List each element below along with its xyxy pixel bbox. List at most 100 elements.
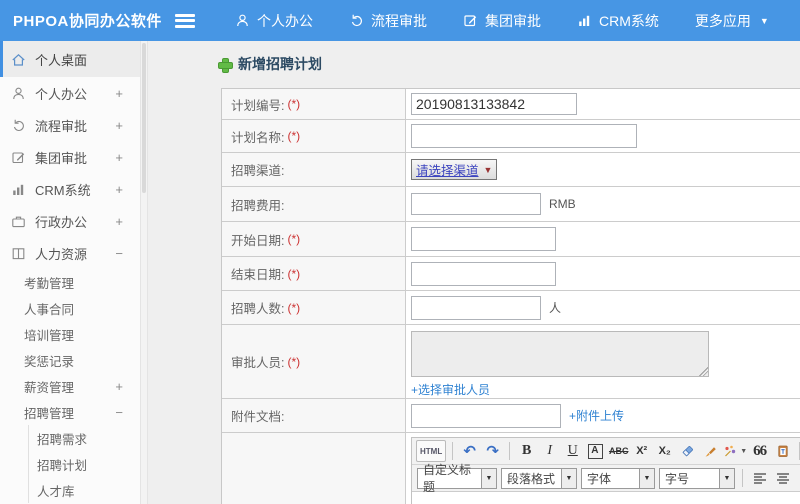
sidebar-item-crm-system[interactable]: CRM系统 + <box>0 173 140 205</box>
eraser-icon <box>682 446 693 457</box>
sidebar-item-talent-pool[interactable]: 人才库 <box>29 477 140 503</box>
underline-button[interactable]: U <box>562 440 583 462</box>
select-caret-icon: ▼ <box>483 164 493 175</box>
undo-button[interactable]: ↶ <box>459 440 480 462</box>
add-plus-icon <box>218 57 233 73</box>
sidebar-item-training[interactable]: 培训管理 <box>0 321 140 347</box>
sidebar-item-hr-contract[interactable]: 人事合同 <box>0 295 140 321</box>
font-family-select[interactable]: 字体 ▼ <box>581 467 655 489</box>
sidebar-item-recruit-mgmt[interactable]: 招聘管理 − <box>0 399 140 425</box>
sidebar-item-rewards[interactable]: 奖惩记录 <box>0 347 140 373</box>
briefcase-icon <box>11 214 27 229</box>
required-mark: (*) <box>287 129 301 143</box>
fee-unit-label: RMB <box>549 197 576 211</box>
field-label: 审批人员: <box>231 356 285 370</box>
plan-no-input[interactable] <box>411 93 577 115</box>
expand-icon[interactable]: + <box>115 150 123 165</box>
required-mark: (*) <box>287 300 301 315</box>
strikethrough-button[interactable]: ABC <box>608 440 629 462</box>
fee-input[interactable] <box>411 193 541 215</box>
attachment-upload-link[interactable]: +附件上传 <box>569 409 624 423</box>
sidebar-item-recruit-demand[interactable]: 招聘需求 <box>29 425 140 451</box>
sidebar-item-admin-office[interactable]: 行政办公 + <box>0 205 140 237</box>
nav-workflow-approval[interactable]: 流程审批 <box>349 11 427 31</box>
subscript-button[interactable]: X₂ <box>654 440 675 462</box>
expand-icon[interactable]: + <box>115 182 123 197</box>
blockquote-button[interactable]: 66 <box>749 440 770 462</box>
end-date-input[interactable] <box>411 261 556 286</box>
collapse-icon[interactable]: − <box>115 246 123 261</box>
source-code-button[interactable]: HTML <box>416 440 447 462</box>
sidebar-item-human-resources[interactable]: 人力资源 − <box>0 237 140 269</box>
person-icon <box>235 13 250 28</box>
sidebar-item-recruit-plan[interactable]: 招聘计划 <box>29 451 140 477</box>
required-mark: (*) <box>287 354 301 369</box>
field-label: 招聘费用: <box>231 198 285 213</box>
nav-label: 更多应用 <box>694 12 751 29</box>
required-mark: (*) <box>287 97 301 111</box>
form-row-fee: 招聘费用: RMB <box>222 187 800 222</box>
sidebar-item-group-approval[interactable]: 集团审批 + <box>0 141 140 173</box>
expand-icon[interactable]: + <box>115 86 123 101</box>
expand-icon[interactable]: + <box>115 379 123 394</box>
align-center-button[interactable] <box>772 467 793 489</box>
plan-name-input[interactable] <box>411 124 637 148</box>
nav-personal-office[interactable]: 个人办公 <box>235 11 313 31</box>
sidebar-scrollbar[interactable] <box>140 41 148 504</box>
form-row-approver: 审批人员: (*) +选择审批人员 <box>222 325 800 399</box>
sidebar-item-label: CRM系统 <box>35 182 91 198</box>
edit-icon <box>463 13 478 28</box>
start-date-input[interactable] <box>411 227 556 251</box>
hamburger-menu-icon[interactable] <box>175 13 195 28</box>
approver-textarea[interactable] <box>411 331 709 377</box>
sidebar-item-workflow-approval[interactable]: 流程审批 + <box>0 109 140 141</box>
paste-text-button[interactable] <box>772 440 793 462</box>
nav-crm-system[interactable]: CRM系统 <box>577 11 659 31</box>
book-icon <box>11 246 27 261</box>
nav-more-apps[interactable]: 更多应用 ▼ <box>695 11 769 31</box>
font-size-select[interactable]: 字号 ▼ <box>659 467 735 489</box>
sidebar-item-label: 招聘管理 <box>24 406 75 421</box>
choose-approver-link[interactable]: +选择审批人员 <box>411 381 490 398</box>
align-left-button[interactable] <box>749 467 770 489</box>
headcount-input[interactable] <box>411 295 541 320</box>
hr-submenu: 考勤管理 人事合同 培训管理 奖惩记录 薪资管理 + 招聘管理 − 招聘需求 招聘计… <box>0 269 140 503</box>
bold-button[interactable]: B <box>516 440 537 462</box>
person-icon <box>11 86 27 101</box>
align-right-button[interactable] <box>795 467 800 489</box>
channel-select[interactable]: 请选择渠道 ▼ <box>411 159 498 180</box>
superscript-button[interactable]: X² <box>631 440 652 462</box>
paragraph-format-select[interactable]: 段落格式 ▼ <box>501 467 577 489</box>
sidebar-item-personal-desktop[interactable]: 个人桌面 <box>0 41 140 77</box>
nav-group-approval[interactable]: 集团审批 <box>463 11 541 31</box>
sidebar-item-salary[interactable]: 薪资管理 + <box>0 373 140 399</box>
format-brush-button[interactable] <box>700 440 721 462</box>
expand-icon[interactable]: + <box>115 214 123 229</box>
chart-icon <box>11 182 27 197</box>
align-left-icon <box>753 473 766 484</box>
sidebar-item-personal-office[interactable]: 个人办公 + <box>0 77 140 109</box>
format-sprinkle-button[interactable]: ▼ <box>723 440 747 462</box>
brush-icon <box>705 447 716 457</box>
italic-button[interactable]: I <box>539 440 560 462</box>
custom-heading-select[interactable]: 自定义标题 ▼ <box>417 463 497 494</box>
field-label: 计划编号: <box>231 98 285 113</box>
caret-down-icon: ▼ <box>759 15 769 26</box>
field-label: 附件文档: <box>231 410 285 424</box>
headcount-unit-label: 人 <box>549 301 562 315</box>
attachment-input[interactable] <box>411 403 561 428</box>
sidebar-item-label: 集团审批 <box>35 150 88 166</box>
home-icon <box>11 52 27 67</box>
eraser-button[interactable] <box>677 440 698 462</box>
collapse-icon[interactable]: − <box>115 405 123 420</box>
redo-button[interactable]: ↷ <box>482 440 503 462</box>
font-style-button[interactable]: A <box>585 440 606 462</box>
sidebar-item-attendance[interactable]: 考勤管理 <box>0 269 140 295</box>
expand-icon[interactable]: + <box>115 118 123 133</box>
page-title-text: 新增招聘计划 <box>238 56 322 72</box>
app-logo: PHPOA协同办公软件 <box>13 13 162 30</box>
form-row-plan-no: 计划编号: (*) <box>222 89 800 120</box>
field-label: 计划名称: <box>231 130 285 145</box>
scrollbar-thumb[interactable] <box>142 43 146 193</box>
caret-down-icon: ▼ <box>740 447 748 455</box>
